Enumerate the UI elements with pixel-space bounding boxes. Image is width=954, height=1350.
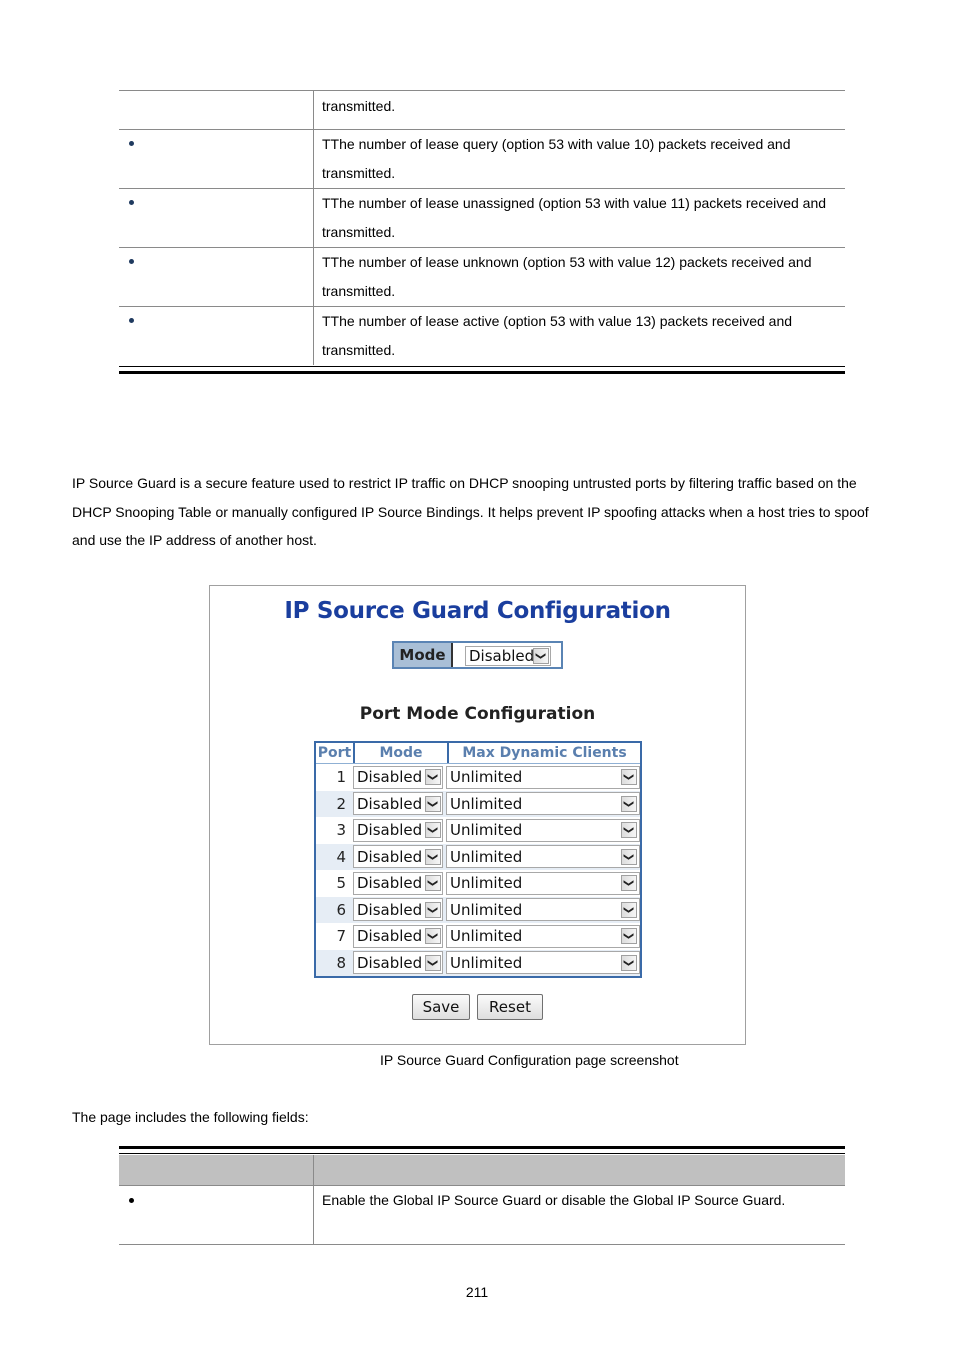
bullet-icon	[129, 200, 134, 205]
chevron-down-icon: ❯	[425, 875, 441, 892]
chevron-down-icon: ❯	[621, 928, 637, 945]
bullet-icon	[129, 318, 134, 323]
chevron-down-icon: ❯	[621, 875, 637, 892]
port-row: 1 Disabled ❯ Unlimited ❯	[316, 764, 640, 791]
max-dynamic-clients-select[interactable]: Unlimited ❯	[446, 792, 640, 816]
port-mode-select[interactable]: Disabled ❯	[353, 765, 443, 789]
table-row: TThe number of lease query (option 53 wi…	[119, 129, 845, 188]
description-cell: TThe number of lease unknown (option 53 …	[322, 254, 812, 299]
port-number: 1	[336, 768, 346, 787]
figure-caption: IP Source Guard Configuration page scree…	[380, 1052, 679, 1068]
table-header: Port Mode Max Dynamic Clients	[316, 743, 640, 764]
port-number: 3	[336, 821, 346, 840]
global-mode-select[interactable]: Disabled ❯	[465, 646, 551, 666]
chevron-down-icon: ❯	[425, 901, 441, 918]
column-header-max-dynamic-clients: Max Dynamic Clients	[462, 745, 627, 761]
counters-table: transmitted. TThe number of lease query …	[119, 90, 845, 374]
column-header-object	[119, 1155, 314, 1185]
chevron-down-icon: ❯	[425, 822, 441, 839]
fields-table: Enable the Global IP Source Guard or dis…	[119, 1146, 845, 1245]
port-row: 7 Disabled ❯ Unlimited ❯	[316, 923, 640, 950]
object-cell	[119, 91, 314, 129]
chevron-down-icon: ❯	[621, 795, 637, 812]
chevron-down-icon: ❯	[621, 769, 637, 786]
chevron-down-icon: ❯	[425, 769, 441, 786]
table-top-rule	[119, 1146, 845, 1154]
port-mode-select[interactable]: Disabled ❯	[353, 951, 443, 975]
table-row: TThe number of lease unassigned (option …	[119, 188, 845, 247]
port-mode-select[interactable]: Disabled ❯	[353, 924, 443, 948]
bullet-icon	[129, 259, 134, 264]
port-mode-select[interactable]: Disabled ❯	[353, 898, 443, 922]
fields-intro: The page includes the following fields:	[72, 1109, 309, 1125]
object-cell	[119, 130, 314, 188]
max-dynamic-clients-select[interactable]: Unlimited ❯	[446, 845, 640, 869]
page-title: IP Source Guard Configuration	[284, 598, 671, 624]
max-dynamic-clients-select[interactable]: Unlimited ❯	[446, 924, 640, 948]
port-mode-select[interactable]: Disabled ❯	[353, 845, 443, 869]
port-number: 4	[336, 847, 346, 866]
table-row: TThe number of lease active (option 53 w…	[119, 306, 845, 365]
port-number: 2	[336, 794, 346, 813]
port-number: 6	[336, 900, 346, 919]
chevron-down-icon: ❯	[621, 901, 637, 918]
description-cell: TThe number of lease active (option 53 w…	[322, 313, 793, 358]
description-cell: TThe number of lease unassigned (option …	[322, 195, 827, 240]
bullet-icon	[129, 1198, 134, 1203]
port-row: 5 Disabled ❯ Unlimited ❯	[316, 870, 640, 897]
column-header-port: Port	[316, 743, 355, 763]
port-row: 6 Disabled ❯ Unlimited ❯	[316, 896, 640, 923]
reset-button[interactable]: Reset	[477, 994, 543, 1020]
column-header-mode: Mode	[355, 743, 449, 763]
section-title: Port Mode Configuration	[359, 704, 596, 724]
max-dynamic-clients-select[interactable]: Unlimited ❯	[446, 951, 640, 975]
table-row: transmitted.	[119, 90, 845, 129]
config-screenshot: IP Source Guard Configuration Mode Disab…	[209, 585, 746, 1045]
chevron-down-icon: ❯	[425, 848, 441, 865]
object-cell	[119, 248, 314, 306]
description-cell: TThe number of lease query (option 53 wi…	[322, 136, 791, 181]
port-number: 5	[336, 874, 346, 893]
description-cell: Enable the Global IP Source Guard or dis…	[322, 1192, 786, 1208]
global-mode-row: Mode Disabled ❯	[392, 641, 563, 669]
bullet-icon	[129, 141, 134, 146]
chevron-down-icon: ❯	[425, 954, 441, 971]
port-row: 3 Disabled ❯ Unlimited ❯	[316, 817, 640, 844]
port-number: 7	[336, 927, 346, 946]
chevron-down-icon: ❯	[621, 822, 637, 839]
mode-label: Mode	[394, 643, 453, 667]
table-row: TThe number of lease unknown (option 53 …	[119, 247, 845, 306]
save-button[interactable]: Save	[412, 994, 470, 1020]
max-dynamic-clients-select[interactable]: Unlimited ❯	[446, 871, 640, 895]
object-cell	[119, 307, 314, 365]
chevron-down-icon: ❯	[425, 795, 441, 812]
chevron-down-icon: ❯	[621, 848, 637, 865]
page-number: 211	[465, 1284, 489, 1300]
chevron-down-icon: ❯	[621, 954, 637, 971]
max-dynamic-clients-select[interactable]: Unlimited ❯	[446, 765, 640, 789]
max-dynamic-clients-select[interactable]: Unlimited ❯	[446, 818, 640, 842]
max-dynamic-clients-select[interactable]: Unlimited ❯	[446, 898, 640, 922]
table-bottom-rule	[119, 366, 845, 374]
chevron-down-icon: ❯	[533, 648, 549, 664]
object-cell	[119, 1186, 314, 1244]
port-mode-select[interactable]: Disabled ❯	[353, 818, 443, 842]
port-number: 8	[336, 953, 346, 972]
port-mode-select[interactable]: Disabled ❯	[353, 871, 443, 895]
table-row: Enable the Global IP Source Guard or dis…	[119, 1186, 845, 1245]
chevron-down-icon: ❯	[425, 928, 441, 945]
object-cell	[119, 189, 314, 247]
port-row: 4 Disabled ❯ Unlimited ❯	[316, 843, 640, 870]
port-row: 2 Disabled ❯ Unlimited ❯	[316, 790, 640, 817]
port-mode-select[interactable]: Disabled ❯	[353, 792, 443, 816]
description-cell: transmitted.	[322, 98, 396, 114]
intro-paragraph: IP Source Guard is a secure feature used…	[72, 475, 869, 548]
button-row: Save Reset	[210, 994, 745, 1020]
port-mode-table: Port Mode Max Dynamic Clients 1 Disabled ❯…	[314, 741, 642, 978]
port-row: 8 Disabled ❯ Unlimited ❯	[316, 949, 640, 976]
table-header	[119, 1155, 845, 1186]
